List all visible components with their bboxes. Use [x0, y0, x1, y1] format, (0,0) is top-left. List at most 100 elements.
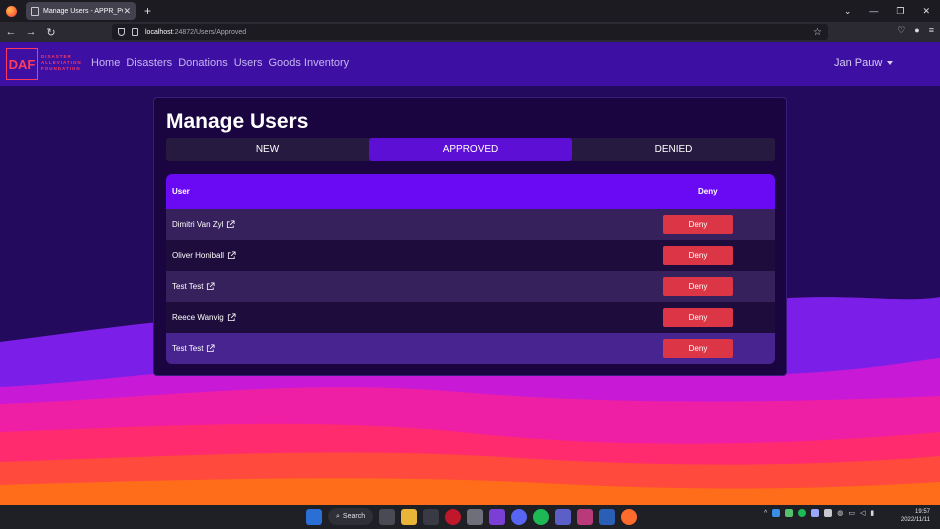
- user-link[interactable]: Reece Wanvig: [166, 313, 623, 322]
- search-icon: ⌕: [336, 512, 340, 520]
- account-icon[interactable]: ●: [914, 25, 919, 36]
- user-status-tabs: NEW APPROVED DENIED: [166, 138, 775, 161]
- tray-app-icon[interactable]: [785, 509, 794, 517]
- tray-app-icon[interactable]: [772, 509, 781, 517]
- system-tray: ^ ◍ ▭ ◁ ▮: [764, 509, 874, 517]
- network-icon[interactable]: ▭: [848, 509, 855, 517]
- browser-tabbar: Manage Users - APPR_POE ✕ + ⌄ — ❐ ✕: [0, 0, 940, 22]
- user-link[interactable]: Dimitri Van Zyl: [166, 220, 623, 229]
- windows-taskbar: ⌕ Search ^ ◍ ▭ ◁ ▮ 19:57 2022/11/11: [0, 505, 940, 529]
- battery-icon[interactable]: ▮: [870, 509, 874, 517]
- column-header-deny: Deny: [698, 187, 718, 196]
- tab-close-icon[interactable]: ✕: [123, 6, 131, 17]
- forward-button[interactable]: →: [22, 26, 40, 38]
- nav-link-donations[interactable]: Donations: [178, 57, 228, 69]
- main-menu: Home Disasters Donations Users Goods Inv…: [91, 57, 349, 69]
- bookmark-star-icon[interactable]: ☆: [813, 27, 822, 38]
- deny-button[interactable]: Deny: [663, 277, 733, 296]
- chevron-up-icon[interactable]: ^: [764, 510, 767, 517]
- windows-start-icon[interactable]: [306, 508, 322, 525]
- user-link[interactable]: Test Test: [166, 344, 623, 353]
- tab-title: Manage Users - APPR_POE: [43, 7, 124, 15]
- page-title: Manage Users: [166, 110, 309, 133]
- table-row: Test Test Deny: [166, 333, 775, 364]
- user-link[interactable]: Test Test: [166, 282, 623, 291]
- chevron-down-icon: [887, 61, 894, 65]
- external-link-icon: [227, 251, 236, 260]
- spotify-icon[interactable]: [533, 508, 550, 525]
- url-path: :24872/Users/Approved: [172, 28, 247, 36]
- page-info-icon[interactable]: [132, 28, 138, 36]
- cloud-icon[interactable]: [824, 509, 833, 517]
- user-name-cell: Reece Wanvig: [172, 313, 224, 322]
- tray-app-icon[interactable]: [798, 509, 807, 517]
- minimize-button[interactable]: —: [869, 6, 878, 16]
- clock-time: 19:57: [914, 509, 930, 515]
- logo-subtitle: DISASTER ALLEVIATION FOUNDATION: [41, 54, 82, 72]
- volume-icon[interactable]: ◁: [860, 509, 865, 517]
- nav-link-goods-inventory[interactable]: Goods Inventory: [268, 57, 349, 69]
- user-dropdown[interactable]: Jan Pauw: [834, 57, 894, 69]
- manage-users-card: Manage Users NEW APPROVED DENIED User De…: [153, 97, 787, 376]
- tab-approved[interactable]: APPROVED: [369, 138, 572, 161]
- terminal-icon[interactable]: [423, 508, 440, 525]
- firefox-icon: [5, 5, 17, 17]
- maximize-button[interactable]: ❐: [896, 6, 904, 17]
- shield-icon[interactable]: [118, 28, 125, 36]
- microphone-icon[interactable]: ◍: [837, 509, 843, 517]
- table-row: Oliver Honiball Deny: [166, 240, 775, 271]
- new-tab-button[interactable]: +: [144, 4, 151, 18]
- deny-button[interactable]: Deny: [663, 215, 733, 234]
- firefox-taskbar-icon[interactable]: [621, 508, 638, 525]
- url-bar[interactable]: localhost :24872/Users/Approved ☆: [112, 24, 828, 40]
- onedrive-icon[interactable]: [811, 509, 820, 517]
- discord-icon[interactable]: [511, 508, 528, 525]
- firefox-menu-button[interactable]: [0, 0, 22, 22]
- browser-tab[interactable]: Manage Users - APPR_POE ✕: [26, 2, 136, 20]
- file-explorer-icon[interactable]: [401, 508, 418, 525]
- nav-link-home[interactable]: Home: [91, 57, 120, 69]
- gitkraken-icon[interactable]: [577, 508, 594, 525]
- url-host: localhost: [145, 28, 173, 36]
- taskbar-search-label: Search: [342, 513, 366, 520]
- word-icon[interactable]: [599, 508, 616, 525]
- user-link[interactable]: Oliver Honiball: [166, 251, 623, 260]
- store-icon[interactable]: [467, 508, 484, 525]
- external-link-icon: [207, 282, 215, 291]
- taskbar-clock[interactable]: 19:57 2022/11/11: [890, 508, 930, 524]
- daf-logo[interactable]: DAF: [6, 48, 38, 80]
- user-name-cell: Test Test: [172, 282, 204, 291]
- table-row: Reece Wanvig Deny: [166, 302, 775, 333]
- nav-link-users[interactable]: Users: [234, 57, 263, 69]
- close-window-button[interactable]: ✕: [922, 6, 930, 17]
- task-view-icon[interactable]: [379, 508, 396, 525]
- pocket-icon[interactable]: ♡: [897, 25, 905, 36]
- table-body: Dimitri Van Zyl Deny Oliver Honiball Den…: [166, 209, 775, 364]
- tab-denied[interactable]: DENIED: [572, 138, 775, 161]
- page-viewport: DAF DISASTER ALLEVIATION FOUNDATION Home…: [0, 42, 940, 505]
- user-name-cell: Dimitri Van Zyl: [172, 220, 224, 229]
- page-icon: [31, 6, 39, 16]
- menu-icon[interactable]: ≡: [929, 25, 934, 36]
- taskbar-search[interactable]: ⌕ Search: [328, 508, 374, 525]
- reload-button[interactable]: ↻: [42, 26, 60, 39]
- external-link-icon: [227, 313, 236, 322]
- opera-icon[interactable]: [445, 508, 462, 525]
- list-tabs-icon[interactable]: ⌄: [844, 6, 852, 17]
- deny-button[interactable]: Deny: [663, 308, 733, 327]
- deny-button[interactable]: Deny: [663, 246, 733, 265]
- external-link-icon: [227, 220, 235, 229]
- clock-date: 2022/11/11: [900, 517, 930, 523]
- nav-link-disasters[interactable]: Disasters: [126, 57, 172, 69]
- users-table: User Deny Dimitri Van Zyl Deny Oliver Ho…: [166, 174, 775, 364]
- deny-button[interactable]: Deny: [663, 339, 733, 358]
- teams-icon[interactable]: [555, 508, 572, 525]
- tab-new[interactable]: NEW: [166, 138, 369, 161]
- back-button[interactable]: ←: [2, 26, 20, 38]
- user-name-cell: Oliver Honiball: [172, 251, 225, 260]
- user-name-cell: Test Test: [172, 344, 204, 353]
- table-row: Test Test Deny: [166, 271, 775, 302]
- logo-subtitle-line: FOUNDATION: [41, 66, 81, 71]
- site-navbar: DAF DISASTER ALLEVIATION FOUNDATION Home…: [0, 42, 940, 86]
- visual-studio-icon[interactable]: [489, 508, 506, 525]
